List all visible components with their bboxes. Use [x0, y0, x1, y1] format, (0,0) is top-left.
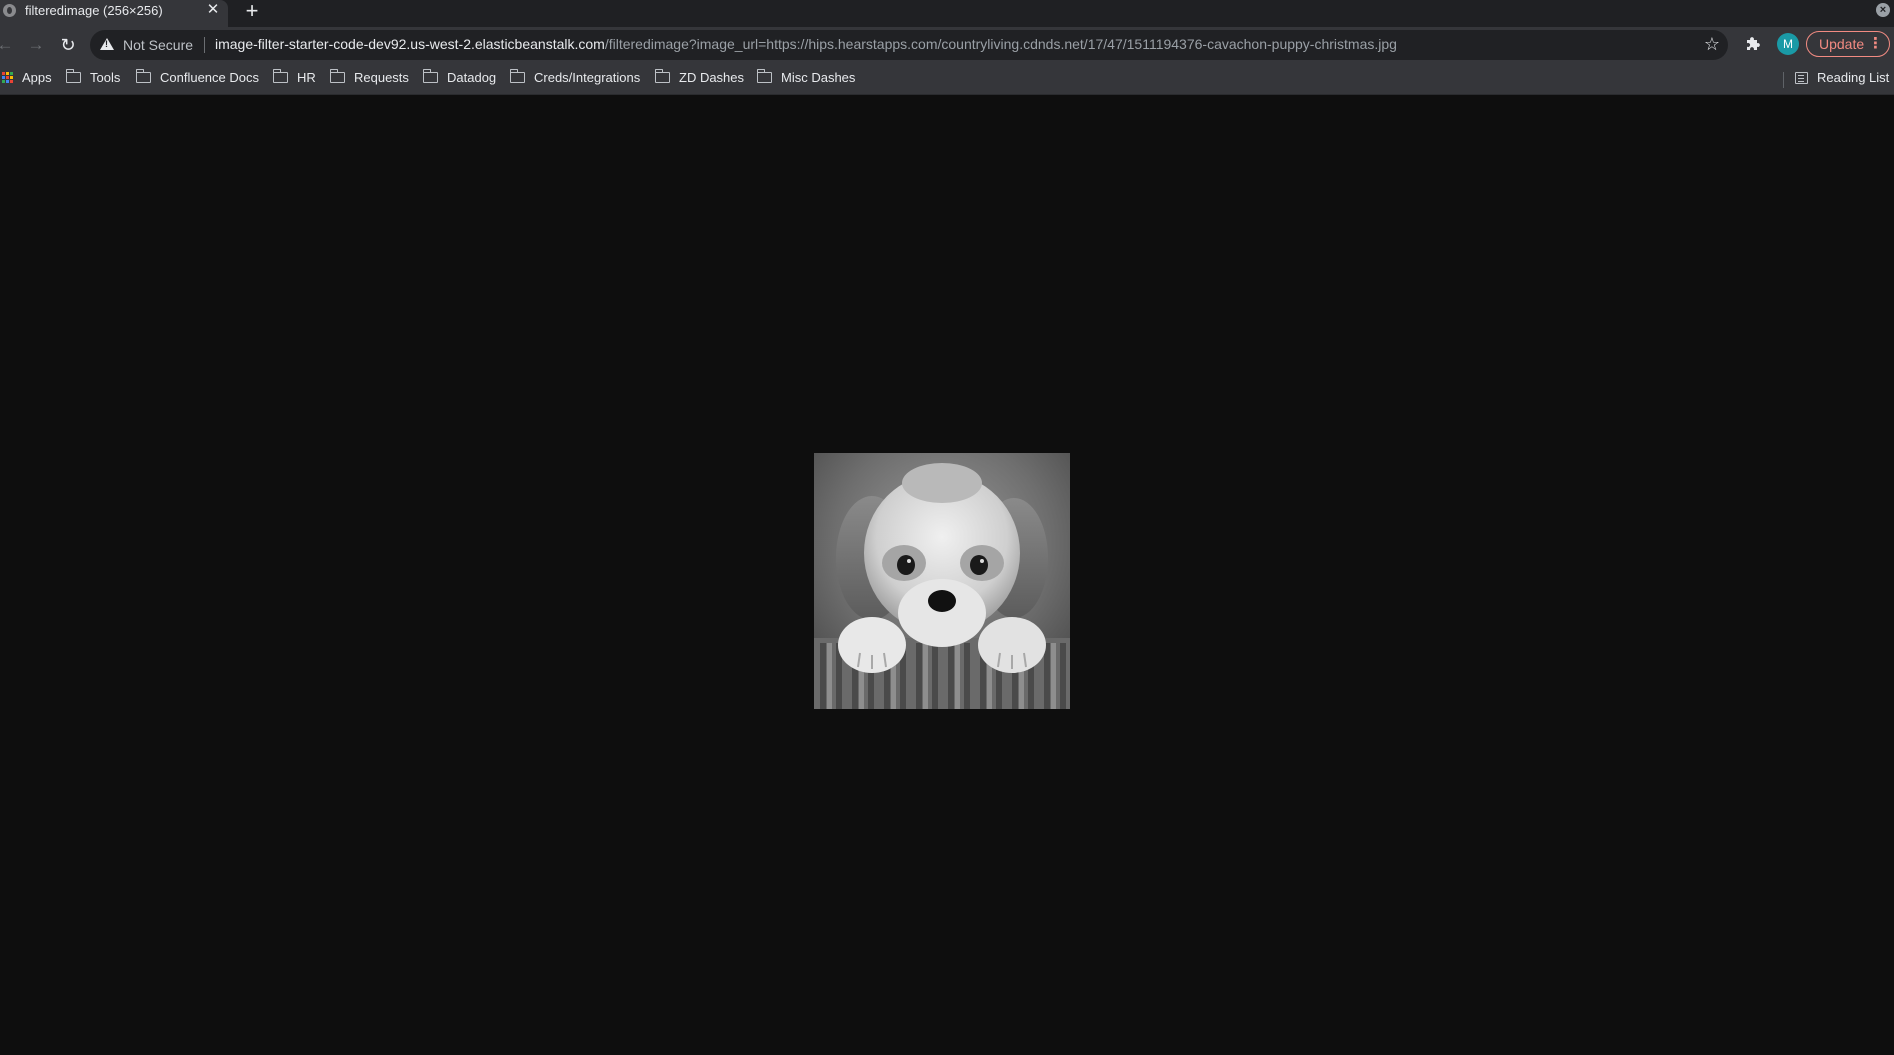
bookmark-label: HR [297, 70, 316, 85]
bookmarks-bar: Apps Tools Confluence Docs HR Requests D… [0, 63, 1894, 95]
page-viewport [0, 96, 1894, 1055]
bookmark-folder-datadog[interactable]: Datadog [422, 69, 497, 85]
bookmark-label: Tools [90, 70, 121, 85]
grayscale-puppy-photo [814, 453, 1070, 709]
bookmark-label: Requests [354, 70, 409, 85]
warning-icon[interactable] [100, 38, 114, 50]
forward-arrow-icon[interactable]: → [25, 34, 47, 56]
kebab-menu-icon: ⋮ [1868, 35, 1883, 52]
bookmark-label: Misc Dashes [781, 70, 856, 85]
url-path: /filteredimage?image_url=https://hips.he… [604, 36, 1397, 52]
puzzle-extension-icon[interactable] [1744, 35, 1762, 53]
folder-icon [422, 69, 438, 83]
bookmark-folder-hr[interactable]: HR [272, 69, 316, 85]
folder-icon [329, 69, 345, 83]
update-label: Update [1819, 36, 1865, 52]
bookmark-label: Creds/Integrations [534, 70, 641, 85]
close-icon[interactable]: ✕ [204, 1, 222, 19]
star-icon[interactable]: ☆ [1704, 34, 1720, 54]
reload-icon[interactable]: ↻ [57, 34, 79, 56]
bookmark-label: ZD Dashes [679, 70, 745, 85]
bookmark-folder-misc-dashes[interactable]: Misc Dashes [756, 69, 856, 85]
bookmark-label: Datadog [447, 70, 497, 85]
reading-list-label: Reading List [1817, 70, 1890, 85]
tab-title: filteredimage (256×256) [25, 3, 163, 18]
active-tab[interactable]: filteredimage (256×256) ✕ [0, 0, 228, 27]
folder-icon [272, 69, 288, 83]
bookmark-label: Apps [22, 70, 52, 85]
address-bar[interactable]: Not Secure image-filter-starter-code-dev… [90, 30, 1728, 60]
reading-list-button[interactable]: Reading List [1795, 70, 1889, 85]
security-status-label[interactable]: Not Secure [123, 37, 193, 53]
folder-icon [654, 69, 670, 83]
url-text[interactable]: image-filter-starter-code-dev92.us-west-… [215, 36, 1397, 52]
bookmarks-divider [1783, 72, 1784, 88]
bookmark-folder-tools[interactable]: Tools [65, 69, 121, 85]
filtered-image[interactable] [814, 453, 1070, 709]
folder-icon [65, 69, 81, 83]
window-menu-icon[interactable]: × [1876, 3, 1890, 17]
bookmark-folder-requests[interactable]: Requests [329, 69, 409, 85]
bookmark-label: Confluence Docs [160, 70, 259, 85]
bookmark-folder-zd-dashes[interactable]: ZD Dashes [654, 69, 745, 85]
bookmark-apps[interactable]: Apps [2, 70, 52, 85]
folder-icon [135, 69, 151, 83]
site-info-icon [3, 4, 16, 17]
url-host: image-filter-starter-code-dev92.us-west-… [215, 36, 605, 52]
profile-avatar[interactable]: M [1777, 33, 1799, 55]
apps-grid-icon [2, 72, 13, 83]
folder-icon [756, 69, 772, 83]
bookmark-folder-confluence-docs[interactable]: Confluence Docs [135, 69, 259, 85]
bookmark-folder-creds-integrations[interactable]: Creds/Integrations [509, 69, 641, 85]
omnibox-divider [204, 37, 205, 53]
new-tab-button[interactable]: + [241, 0, 263, 22]
update-button[interactable]: Update ⋮ [1806, 31, 1890, 57]
back-arrow-icon[interactable]: ← [0, 34, 16, 56]
reading-list-icon [1795, 71, 1808, 84]
folder-icon [509, 69, 525, 83]
tab-strip: filteredimage (256×256) ✕ + × [0, 0, 1894, 27]
browser-toolbar: ← → ↻ Not Secure image-filter-starter-co… [0, 27, 1894, 63]
